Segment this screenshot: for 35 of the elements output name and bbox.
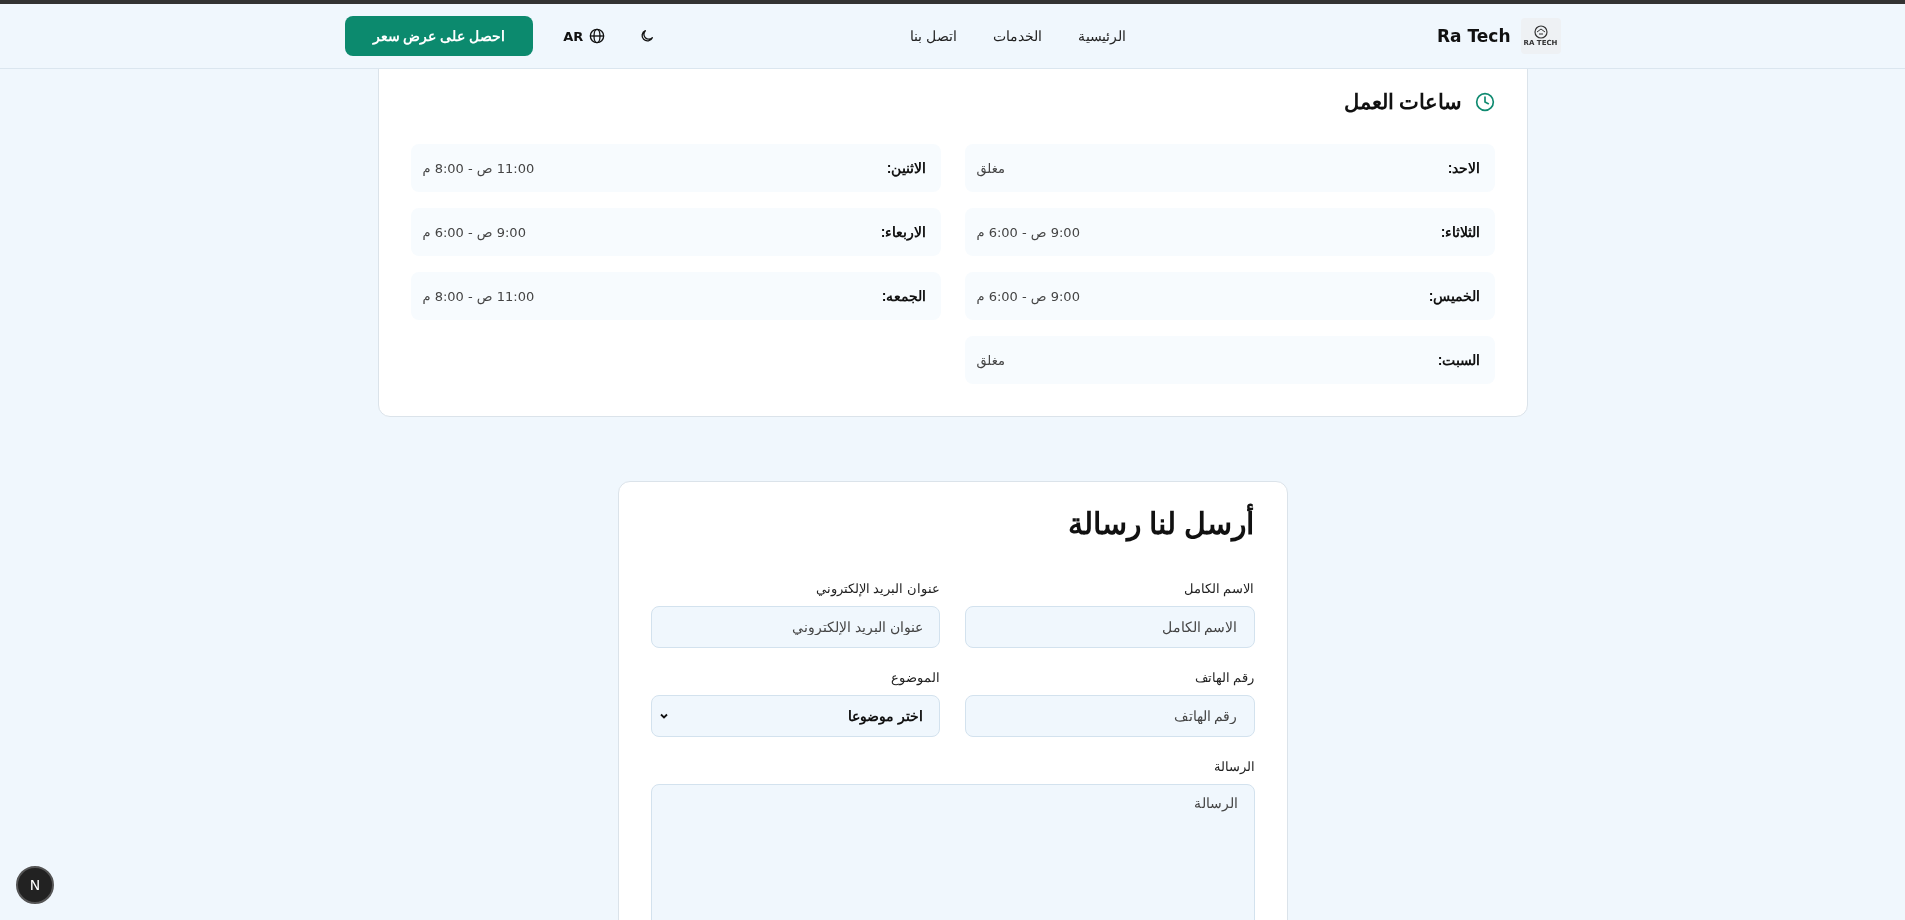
day-label: الاحد: (1447, 160, 1481, 176)
day-label: الثلاثاء: (1440, 224, 1481, 240)
brand-name[interactable]: Ra Tech (1436, 26, 1511, 46)
day-label: السبت: (1437, 352, 1481, 368)
field-label: رقم الهاتف (1193, 670, 1255, 685)
nav-link[interactable]: اتصل بنا (910, 28, 958, 44)
day-label: الجمعه: (881, 288, 927, 304)
nav-link[interactable]: الخدمات (993, 28, 1043, 44)
section-title: ساعات العمل (1343, 90, 1463, 114)
field-label: عنوان البريد الإلكتروني (814, 581, 940, 596)
day-label: الاربعاء: (880, 224, 927, 240)
quote-button[interactable]: احصل على عرض سعر (344, 16, 534, 56)
field-label: الرسالة (1212, 759, 1255, 774)
field-label: الموضوع (890, 670, 940, 685)
day-label: الخميس: (1428, 288, 1481, 304)
hours-text: 11:00 ص - 8:00 م (422, 160, 535, 176)
hours-text: 9:00 ص - 6:00 م (422, 224, 526, 240)
dev-badge[interactable]: N (16, 866, 54, 904)
field-label: الاسم الكامل (1182, 581, 1255, 596)
globe-icon (589, 28, 606, 44)
hours-text: 9:00 ص - 6:00 م (976, 224, 1080, 240)
day-label: الاثنين: (886, 160, 927, 176)
message-field[interactable]: الرسالة (650, 784, 1255, 920)
nav-link[interactable]: الرئيسية (1078, 28, 1127, 44)
language-button[interactable]: AR (559, 24, 610, 48)
logo-icon (1531, 25, 1550, 39)
hours-text: 9:00 ص - 6:00 م (976, 288, 1080, 304)
clock-icon (1474, 92, 1495, 112)
hours-text: مغلق (976, 352, 1005, 368)
hours-text: مغلق (976, 160, 1005, 176)
input-field[interactable]: عنوان البريد الإلكتروني (650, 606, 940, 648)
hours-text: 11:00 ص - 8:00 م (422, 288, 535, 304)
topic-select[interactable]: اختر موضوعا (650, 695, 940, 737)
input-field[interactable]: الاسم الكامل (965, 606, 1255, 648)
input-field[interactable]: رقم الهاتف (965, 695, 1255, 737)
